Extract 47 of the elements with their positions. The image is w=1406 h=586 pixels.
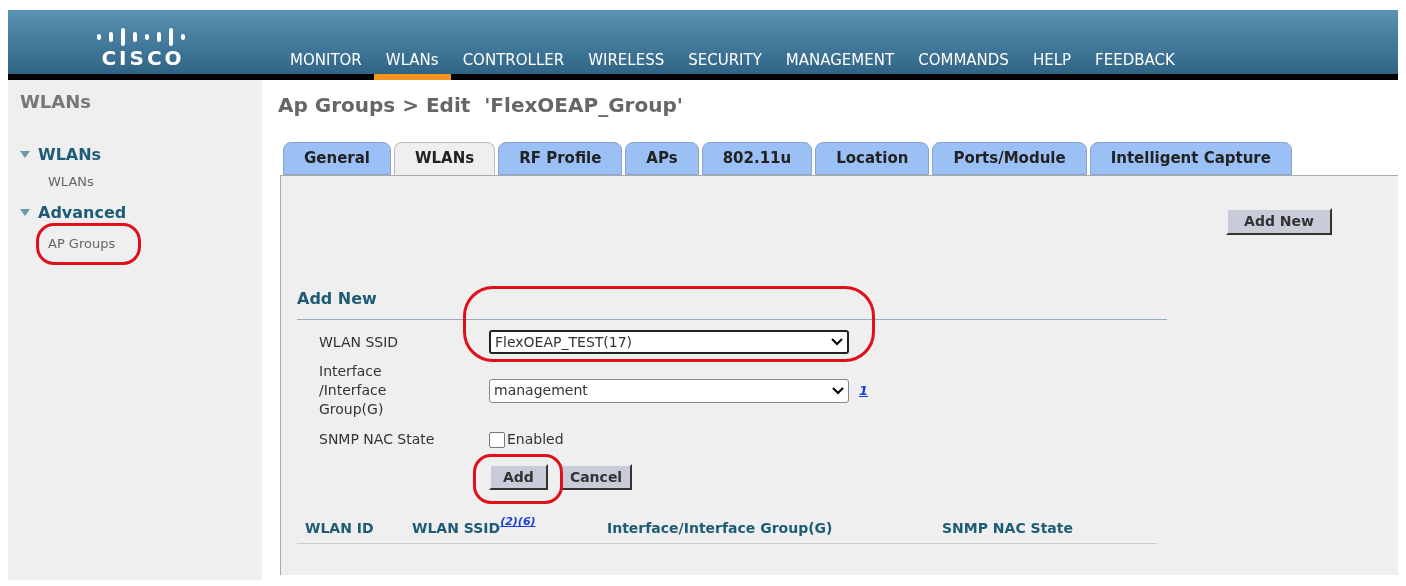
nav-link[interactable]: HELP — [1020, 50, 1084, 80]
tab[interactable]: Intelligent Capture — [1089, 142, 1292, 175]
select-value: FlexOEAP_TEST(17) — [495, 332, 633, 352]
nav-link[interactable]: COMMANDS — [906, 50, 1021, 80]
tab[interactable]: WLANs — [394, 142, 496, 175]
tab[interactable]: Ports/Module — [932, 142, 1087, 175]
nav-link[interactable]: SECURITY — [676, 50, 774, 80]
nav-link[interactable]: WLANs — [373, 50, 451, 80]
add-button[interactable]: Add — [489, 464, 548, 490]
caret-icon — [831, 338, 843, 346]
column-header: Interface/Interface Group(G) — [607, 519, 833, 538]
tab[interactable]: APs — [625, 142, 699, 175]
nav-link[interactable]: FEEDBACK — [1083, 50, 1187, 80]
ssid-select[interactable]: FlexOEAP_TEST(17) — [489, 330, 849, 354]
cancel-button[interactable]: Cancel — [559, 464, 633, 490]
add-new-button[interactable]: Add New — [1226, 208, 1332, 235]
caret-icon — [832, 386, 844, 395]
tab[interactable]: General — [283, 142, 391, 175]
interface-select[interactable]: management — [489, 378, 849, 403]
footnote-link[interactable]: 1 — [859, 380, 869, 401]
nav-link[interactable]: MONITOR — [278, 50, 374, 80]
sidebar-section[interactable]: Advanced — [38, 203, 127, 223]
nav-link[interactable]: MANAGEMENT — [773, 50, 907, 80]
footnote-link[interactable]: (2)(6) — [500, 514, 536, 531]
field-label: WLAN SSID — [319, 332, 400, 352]
checkbox-label: Enabled — [507, 430, 564, 449]
field-label: Group(G) — [319, 400, 385, 419]
field-label: /Interface — [319, 381, 388, 400]
sidebar-section[interactable]: WLANs — [38, 145, 102, 165]
section-heading: Add New — [297, 289, 377, 308]
nav-link[interactable]: CONTROLLER — [450, 50, 577, 80]
sidebar-title: WLANs — [20, 90, 93, 114]
enabled-checkbox[interactable] — [489, 431, 505, 448]
tab[interactable]: RF Profile — [498, 142, 623, 175]
nav-link[interactable]: WIRELESS — [576, 50, 677, 80]
sidebar-item[interactable]: AP Groups — [48, 236, 116, 251]
tab[interactable]: 802.11u — [701, 142, 813, 175]
field-label: Interface — [319, 362, 383, 381]
tab[interactable]: Location — [815, 142, 930, 175]
sidebar-item[interactable]: WLANs — [48, 174, 94, 189]
column-header: WLAN ID — [305, 519, 374, 538]
logo-text: CISCO — [101, 48, 185, 68]
column-header: SNMP NAC State — [942, 519, 1073, 538]
page-title: Ap Groups > Edit 'FlexOEAP_Group' — [278, 92, 684, 119]
column-header: WLAN SSID — [412, 520, 501, 538]
field-label: SNMP NAC State — [319, 430, 436, 449]
select-value: management — [494, 381, 588, 400]
